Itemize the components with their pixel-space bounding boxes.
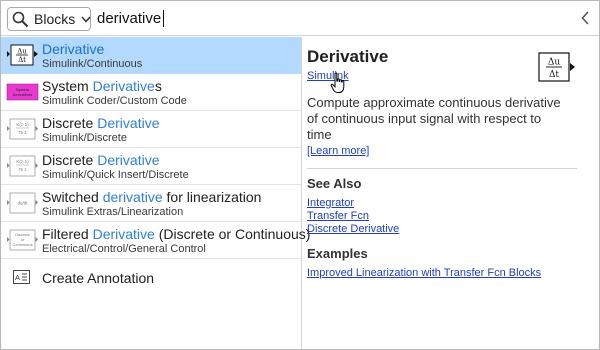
discrete-derivative-block-thumbnail: K(z-1) Ts z <box>7 155 38 177</box>
chevron-left-icon[interactable] <box>581 11 589 30</box>
text-caret <box>163 10 164 27</box>
derivative-block-thumbnail: Δu Δt <box>7 44 38 66</box>
result-item-discrete-derivative-quick-insert[interactable]: K(z-1) Ts z Discrete Derivative Simulink… <box>1 148 301 185</box>
svg-text:Ts z: Ts z <box>18 130 27 135</box>
result-item-discrete-derivative[interactable]: K(z-1) Ts z Discrete Derivative Simulink… <box>1 111 301 148</box>
hand-pointer-icon <box>330 72 345 93</box>
search-icon <box>12 11 29 28</box>
see-also-heading: See Also <box>307 176 362 191</box>
create-annotation-label: Create Annotation <box>42 270 155 286</box>
examples-heading: Examples <box>307 246 368 261</box>
result-title: Filtered Derivative (Discrete or Continu… <box>42 226 311 242</box>
svg-text:Δt: Δt <box>549 70 559 80</box>
result-path: Electrical/Control/General Control <box>42 243 206 255</box>
result-title: Discrete Derivative <box>42 152 160 168</box>
result-item-switched-derivative[interactable]: du/dt Switched derivative for linearizat… <box>1 185 301 222</box>
switched-derivative-block-thumbnail: du/dt <box>7 192 38 214</box>
create-annotation-item[interactable]: A Create Annotation <box>1 259 301 296</box>
result-path: Simulink Extras/Linearization <box>42 206 184 218</box>
svg-text:K(z-1): K(z-1) <box>16 159 29 164</box>
svg-text:du/dt: du/dt <box>17 201 28 206</box>
filtered-derivative-block-thumbnail: Discrete or Continuous <box>7 229 38 251</box>
divider <box>307 168 577 169</box>
result-title: Discrete Derivative <box>42 115 160 131</box>
chevron-down-icon <box>81 16 91 23</box>
detail-title: Derivative <box>307 47 389 66</box>
result-path: Simulink/Continuous <box>42 58 143 70</box>
library-browser-popup: Blocks derivative Δu Δt Derivative Simul… <box>0 0 600 350</box>
svg-text:Δu: Δu <box>548 58 560 68</box>
result-path: Simulink Coder/Custom Code <box>42 95 187 107</box>
system-derivatives-block-thumbnail: System Derivatives <box>6 83 39 101</box>
see-also-link-integrator[interactable]: Integrator <box>307 197 354 209</box>
annotation-icon: A <box>13 270 30 289</box>
see-also-link-discrete-derivative[interactable]: Discrete Derivative <box>307 223 399 235</box>
block-detail-panel: Derivative Simulink Δu Δt Compute approx… <box>302 37 599 349</box>
learn-more-link[interactable]: [Learn more] <box>307 145 369 157</box>
example-link-improved-linearization[interactable]: Improved Linearization with Transfer Fcn… <box>307 267 541 279</box>
result-title: System Derivatives <box>42 78 162 94</box>
derivative-block-icon[interactable]: Δu Δt <box>538 52 576 82</box>
svg-text:Continuous: Continuous <box>12 242 32 247</box>
svg-text:K(z-1): K(z-1) <box>16 122 29 127</box>
svg-text:Ts z: Ts z <box>18 167 27 172</box>
result-item-system-derivatives[interactable]: System Derivatives System Derivatives Si… <box>1 74 301 111</box>
search-bar: Blocks derivative <box>1 1 599 36</box>
svg-text:Derivatives: Derivatives <box>13 92 33 97</box>
search-scope-label: Blocks <box>34 11 76 27</box>
result-title: Derivative <box>42 41 105 57</box>
discrete-derivative-block-thumbnail: K(z-1) Ts z <box>7 118 38 140</box>
result-title: Switched derivative for linearization <box>42 189 262 205</box>
svg-text:Δu: Δu <box>17 48 27 56</box>
search-input[interactable]: derivative <box>97 10 161 27</box>
svg-text:A: A <box>15 273 20 282</box>
results-list: Δu Δt Derivative Simulink/Continuous Sys… <box>1 37 310 349</box>
result-item-derivative[interactable]: Δu Δt Derivative Simulink/Continuous <box>1 37 301 74</box>
detail-description: Compute approximate continuous derivativ… <box>307 95 561 142</box>
see-also-link-transfer-fcn[interactable]: Transfer Fcn <box>307 210 369 222</box>
search-scope-dropdown[interactable]: Blocks <box>7 7 91 31</box>
result-item-filtered-derivative[interactable]: Discrete or Continuous Filtered Derivati… <box>1 222 310 259</box>
result-path: Simulink/Quick Insert/Discrete <box>42 169 189 181</box>
result-path: Simulink/Discrete <box>42 132 127 144</box>
svg-text:Δt: Δt <box>18 56 26 64</box>
